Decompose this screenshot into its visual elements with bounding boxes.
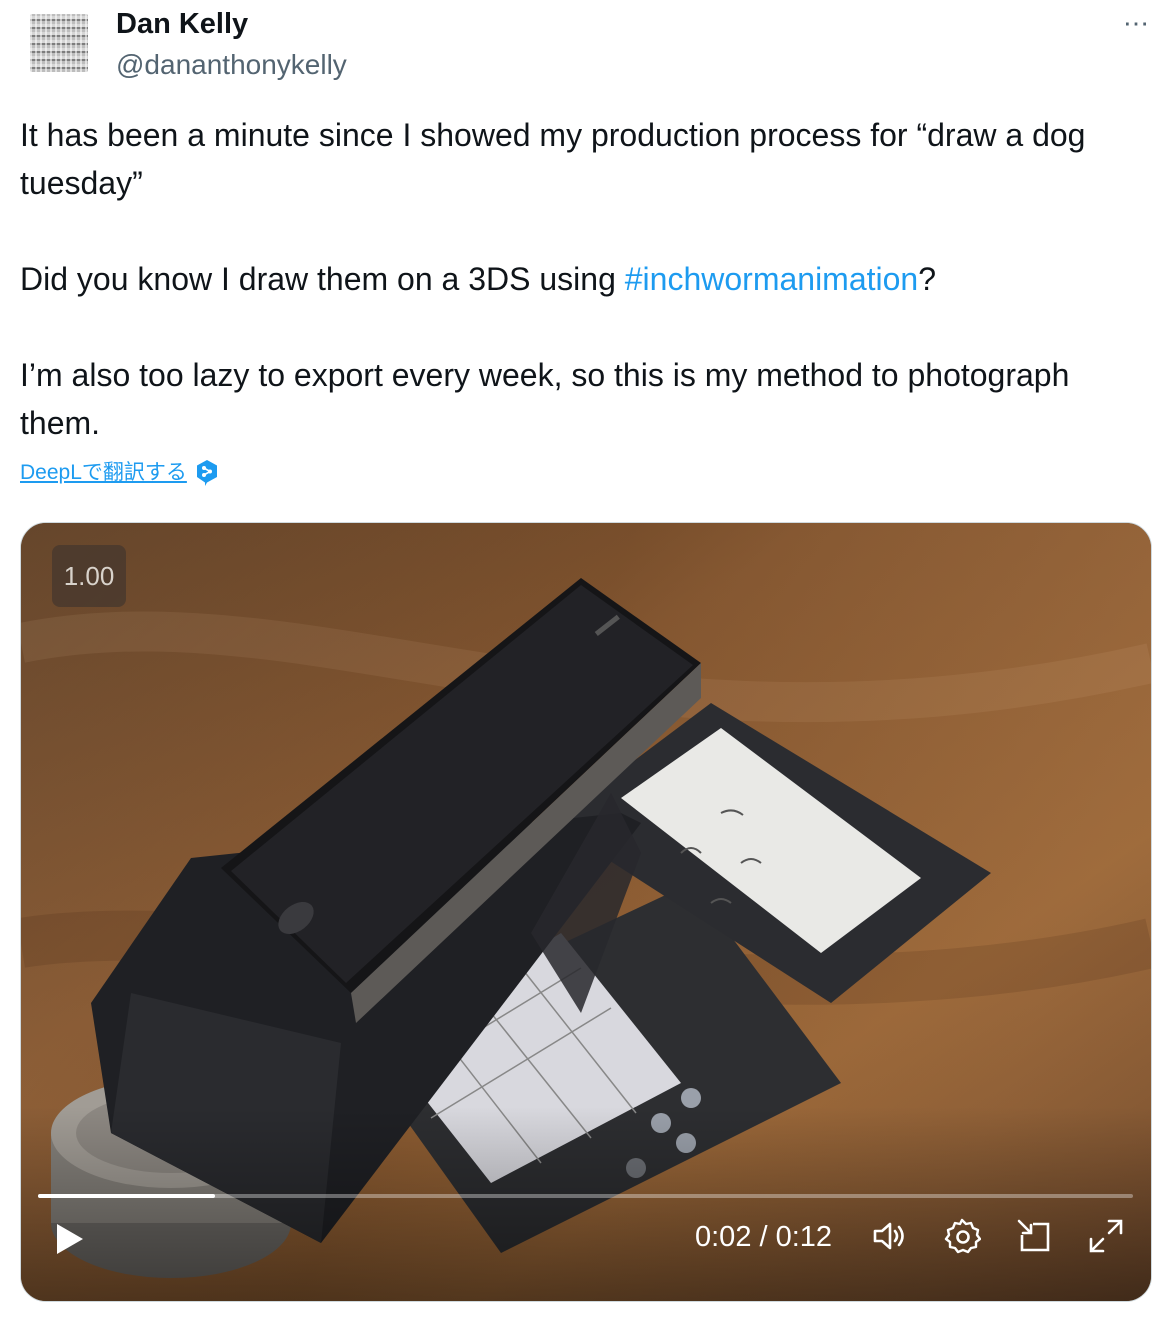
picture-in-picture-icon[interactable] <box>1015 1217 1053 1255</box>
tweet-paragraph-3: I’m also too lazy to export every week, … <box>20 357 1070 441</box>
deepl-icon[interactable] <box>195 459 219 487</box>
translate-row: DeepLで翻訳する <box>20 458 219 488</box>
tweet-text: It has been a minute since I showed my p… <box>20 111 1140 447</box>
avatar[interactable] <box>30 14 88 72</box>
author-handle[interactable]: @dananthonykelly <box>116 48 347 82</box>
progress-bar[interactable] <box>38 1194 1133 1198</box>
playback-speed-badge[interactable]: 1.00 <box>52 545 126 607</box>
tweet-text-segment: ? <box>918 261 937 297</box>
translate-link[interactable]: DeepLで翻訳する <box>20 458 187 488</box>
play-icon[interactable] <box>49 1219 89 1259</box>
tweet-paragraph-1: It has been a minute since I showed my p… <box>20 117 1086 201</box>
settings-icon[interactable] <box>943 1217 981 1255</box>
hashtag-link[interactable]: #inchwormanimation <box>625 261 918 297</box>
more-options-icon[interactable]: ⋯ <box>1123 8 1150 38</box>
tweet-paragraph-2: Did you know I draw them on a 3DS using … <box>20 255 1140 303</box>
video-player[interactable]: 1.00 0:02 / 0:12 <box>20 522 1152 1302</box>
fullscreen-icon[interactable] <box>1087 1217 1125 1255</box>
tweet-text-segment: Did you know I draw them on a 3DS using <box>20 261 625 297</box>
author-name[interactable]: Dan Kelly <box>116 6 248 42</box>
progress-fill <box>38 1194 216 1198</box>
video-controls: 0:02 / 0:12 <box>21 1201 1151 1301</box>
video-frame <box>21 523 1151 1301</box>
volume-icon[interactable] <box>871 1217 909 1255</box>
video-time: 0:02 / 0:12 <box>695 1221 833 1253</box>
